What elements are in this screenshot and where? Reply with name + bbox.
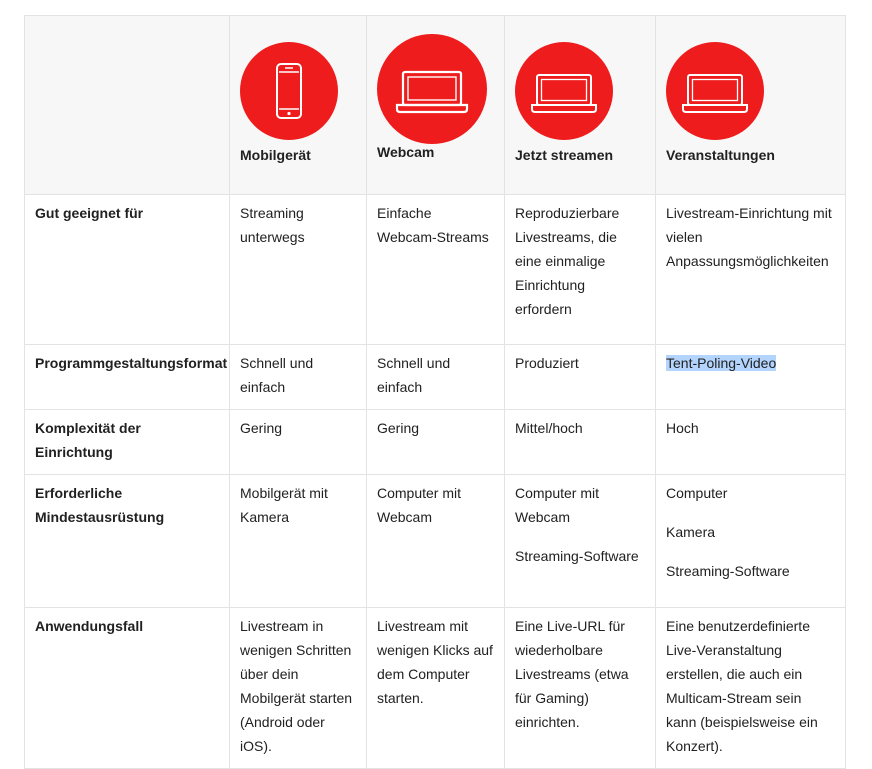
header-col-events: Veranstaltungen	[655, 15, 846, 195]
comparison-table: Mobilgerät Webcam Jetzt streamen Veranst…	[24, 15, 846, 769]
table-row: Anwendungsfall Livestream in wenigen Sch…	[24, 607, 846, 769]
cell-line: Computer mit Webcam	[515, 485, 600, 525]
table-cell: Hoch	[655, 409, 846, 475]
cell-line: Kamera	[666, 524, 716, 540]
table-cell: Schnell und einfach	[366, 344, 505, 410]
row-label: Gut geeignet für	[24, 194, 230, 345]
laptop-icon	[377, 34, 487, 144]
table-cell: Livestream mit wenigen Klicks auf dem Co…	[366, 607, 505, 769]
table-cell: Produziert	[504, 344, 656, 410]
table-cell: Computer mit Webcam Streaming-Software	[504, 474, 656, 608]
table-row: Gut geeignet für Streaming unterwegs Ein…	[24, 194, 846, 345]
selected-text[interactable]: Tent-Poling-Video	[666, 355, 777, 371]
header-col-webcam: Webcam	[366, 15, 505, 195]
table-row: Erforderliche Mindestausrüstung Mobilger…	[24, 474, 846, 608]
row-label: Anwendungsfall	[24, 607, 230, 769]
column-title-webcam: Webcam	[377, 144, 435, 160]
table-row: Komplexität der Einrichtung Gering Gerin…	[24, 409, 846, 475]
row-label: Komplexität der Einrichtung	[24, 409, 230, 475]
table-cell: Eine Live-URL für wiederholbare Livestre…	[504, 607, 656, 769]
table-cell: Computer mit Webcam	[366, 474, 505, 608]
laptop-icon	[666, 42, 764, 140]
table-cell: Einfache Webcam-Streams	[366, 194, 505, 345]
table-cell: Eine benutzerdefinierte Live-Veranstaltu…	[655, 607, 846, 769]
column-title-events: Veranstaltungen	[666, 147, 775, 163]
table-cell: Streaming unterwegs	[229, 194, 367, 345]
table-cell: Gering	[366, 409, 505, 475]
row-label: Erforderliche Mindestausrüstung	[24, 474, 230, 608]
table-cell: Mobilgerät mit Kamera	[229, 474, 367, 608]
smartphone-icon	[240, 42, 338, 140]
table-cell: Livestream in wenigen Schritten über dei…	[229, 607, 367, 769]
header-empty-cell	[24, 15, 230, 195]
table-row: Programmgestaltungsformat Schnell und ei…	[24, 344, 846, 410]
table-cell: Computer Kamera Streaming-Software	[655, 474, 846, 608]
column-title-mobile: Mobilgerät	[240, 147, 311, 163]
table-cell: Mittel/hoch	[504, 409, 656, 475]
header-col-stream-now: Jetzt streamen	[504, 15, 656, 195]
table-cell: Schnell und einfach	[229, 344, 367, 410]
table-cell: Livestream-Einrichtung mit vielen Anpass…	[655, 194, 846, 345]
table-cell: Reproduzierbare Livestreams, die eine ei…	[504, 194, 656, 345]
table-cell: Gering	[229, 409, 367, 475]
header-col-mobile: Mobilgerät	[229, 15, 367, 195]
table-cell: Tent-Poling-Video	[655, 344, 846, 410]
header-row: Mobilgerät Webcam Jetzt streamen Veranst…	[24, 15, 846, 195]
cell-line: Streaming-Software	[515, 548, 639, 564]
laptop-icon	[515, 42, 613, 140]
column-title-stream-now: Jetzt streamen	[515, 147, 614, 163]
row-label: Programmgestaltungsformat	[24, 344, 230, 410]
cell-line: Computer	[666, 485, 728, 501]
cell-line: Streaming-Software	[666, 563, 790, 579]
